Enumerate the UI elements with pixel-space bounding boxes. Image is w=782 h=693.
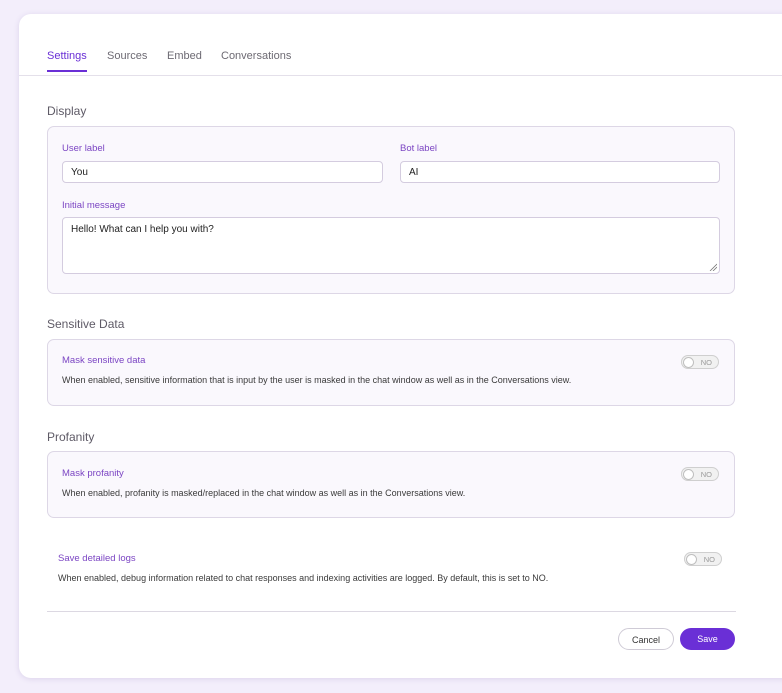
resize-grip-icon[interactable] — [709, 263, 717, 271]
profanity-panel: Mask profanity When enabled, profanity i… — [47, 451, 735, 518]
mask-profanity-label: Mask profanity — [62, 468, 124, 479]
save-logs-description: When enabled, debug information related … — [58, 573, 549, 583]
initial-message-textarea[interactable]: Hello! What can I help you with? — [62, 217, 720, 274]
toggle-state: NO — [700, 358, 712, 367]
mask-sensitive-label: Mask sensitive data — [62, 355, 146, 366]
tab-sources[interactable]: Sources — [107, 50, 147, 70]
toggle-state: NO — [703, 555, 715, 564]
footer-divider — [47, 611, 736, 612]
toggle-knob — [686, 554, 697, 565]
sensitive-panel: Mask sensitive data When enabled, sensit… — [47, 339, 735, 406]
mask-sensitive-toggle[interactable]: NO — [681, 355, 719, 369]
profanity-section-title: Profanity — [47, 430, 95, 444]
save-button[interactable]: Save — [680, 628, 735, 650]
user-label-label: User label — [62, 143, 105, 154]
toggle-knob — [683, 357, 694, 368]
tab-conversations[interactable]: Conversations — [221, 50, 291, 70]
tab-embed[interactable]: Embed — [167, 50, 202, 70]
tab-settings[interactable]: Settings — [47, 50, 87, 72]
initial-message-text: Hello! What can I help you with? — [71, 224, 214, 235]
bot-label-label: Bot label — [400, 143, 437, 154]
save-logs-toggle[interactable]: NO — [684, 552, 722, 566]
initial-message-label: Initial message — [62, 200, 126, 211]
cancel-button[interactable]: Cancel — [618, 628, 674, 650]
tab-bar: Settings Sources Embed Conversations — [19, 14, 782, 76]
bot-label-input[interactable]: AI — [400, 161, 720, 183]
mask-profanity-toggle[interactable]: NO — [681, 467, 719, 481]
toggle-knob — [683, 469, 694, 480]
user-label-input[interactable]: You — [62, 161, 383, 183]
toggle-state: NO — [700, 470, 712, 479]
mask-sensitive-description: When enabled, sensitive information that… — [62, 375, 572, 385]
settings-card: Settings Sources Embed Conversations Dis… — [19, 14, 782, 678]
display-section-title: Display — [47, 104, 87, 118]
sensitive-section-title: Sensitive Data — [47, 317, 125, 331]
display-panel: User label You Bot label AI Initial mess… — [47, 126, 735, 294]
save-logs-label: Save detailed logs — [58, 553, 136, 564]
mask-profanity-description: When enabled, profanity is masked/replac… — [62, 488, 466, 498]
